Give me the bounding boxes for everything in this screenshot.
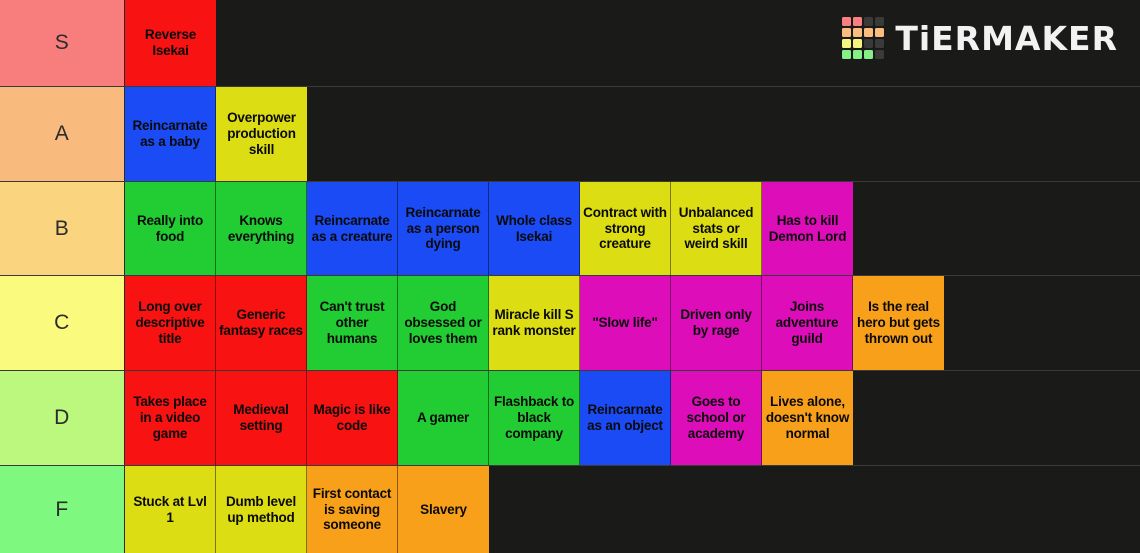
tier-tile[interactable]: Has to kill Demon Lord [762, 182, 853, 275]
tier-tile[interactable]: Unbalanced stats or weird skill [671, 182, 762, 275]
tier-label-a[interactable]: A [0, 87, 125, 181]
tier-tile[interactable]: Really into food [125, 182, 216, 275]
tier-row-d: D Takes place in a video game Medieval set… [0, 371, 1140, 466]
tier-tile[interactable]: God obsessed or loves them [398, 276, 489, 370]
tier-tile[interactable]: Knows everything [216, 182, 307, 275]
tier-tile[interactable]: Reverse Isekai [125, 0, 216, 86]
tier-label-c[interactable]: C [0, 276, 125, 370]
tier-label-f[interactable]: F [0, 466, 125, 553]
tier-label-b[interactable]: B [0, 182, 125, 275]
tier-tile[interactable]: Flashback to black company [489, 371, 580, 465]
tier-items-s: Reverse Isekai [125, 0, 1140, 86]
tier-row-a: A Reincarnate as a baby Overpower producti… [0, 87, 1140, 182]
tier-tile[interactable]: Goes to school or academy [671, 371, 762, 465]
tier-label-s[interactable]: S [0, 0, 125, 86]
tier-tile[interactable]: Long over descriptive title [125, 276, 216, 370]
tier-row-s: S Reverse Isekai [0, 0, 1140, 87]
tier-tile[interactable]: Dumb level up method [216, 466, 307, 553]
tier-tile[interactable]: A gamer [398, 371, 489, 465]
tier-tile[interactable]: Whole class Isekai [489, 182, 580, 275]
tier-row-b: B Really into food Knows everything Reincar… [0, 182, 1140, 276]
tier-tile[interactable]: Reincarnate as a creature [307, 182, 398, 275]
tier-tile[interactable]: Stuck at Lvl 1 [125, 466, 216, 553]
tier-tile[interactable]: Joins adventure guild [762, 276, 853, 370]
tier-tile[interactable]: Lives alone, doesn't know normal [762, 371, 853, 465]
tier-label-d[interactable]: D [0, 371, 125, 465]
tier-tile[interactable]: Slavery [398, 466, 489, 553]
tier-tile[interactable]: Driven only by rage [671, 276, 762, 370]
tier-row-f: F Stuck at Lvl 1 Dumb level up method First… [0, 466, 1140, 553]
tier-tile[interactable]: Reincarnate as a person dying [398, 182, 489, 275]
tier-tile[interactable]: Generic fantasy races [216, 276, 307, 370]
tier-tile[interactable]: Magic is like code [307, 371, 398, 465]
tier-items-d: Takes place in a video game Medieval sett… [125, 371, 1140, 465]
tier-tile[interactable]: Miracle kill S rank monster [489, 276, 580, 370]
tier-row-c: C Long over descriptive title Generic fant… [0, 276, 1140, 371]
tier-tile[interactable]: "Slow life" [580, 276, 671, 370]
tier-tile[interactable]: Reincarnate as a baby [125, 87, 216, 181]
tier-items-f: Stuck at Lvl 1 Dumb level up method First … [125, 466, 1140, 553]
tier-tile[interactable]: Overpower production skill [216, 87, 307, 181]
tier-tile[interactable]: Medieval setting [216, 371, 307, 465]
tier-items-a: Reincarnate as a baby Overpower productio… [125, 87, 1140, 181]
tier-tile[interactable]: Contract with strong creature [580, 182, 671, 275]
tier-rows-container: S Reverse Isekai A Reincarnate as a baby Ove… [0, 0, 1140, 553]
tier-tile[interactable]: Reincarnate as an object [580, 371, 671, 465]
tier-items-c: Long over descriptive title Generic fanta… [125, 276, 1140, 370]
tier-items-b: Really into food Knows everything Reincarn… [125, 182, 1140, 275]
tier-list-board: S Reverse Isekai A Reincarnate as a baby Ove… [0, 0, 1140, 553]
tier-tile[interactable]: Can't trust other humans [307, 276, 398, 370]
tier-tile[interactable]: First contact is saving someone [307, 466, 398, 553]
tier-tile[interactable]: Is the real hero but gets thrown out [853, 276, 944, 370]
tier-tile[interactable]: Takes place in a video game [125, 371, 216, 465]
